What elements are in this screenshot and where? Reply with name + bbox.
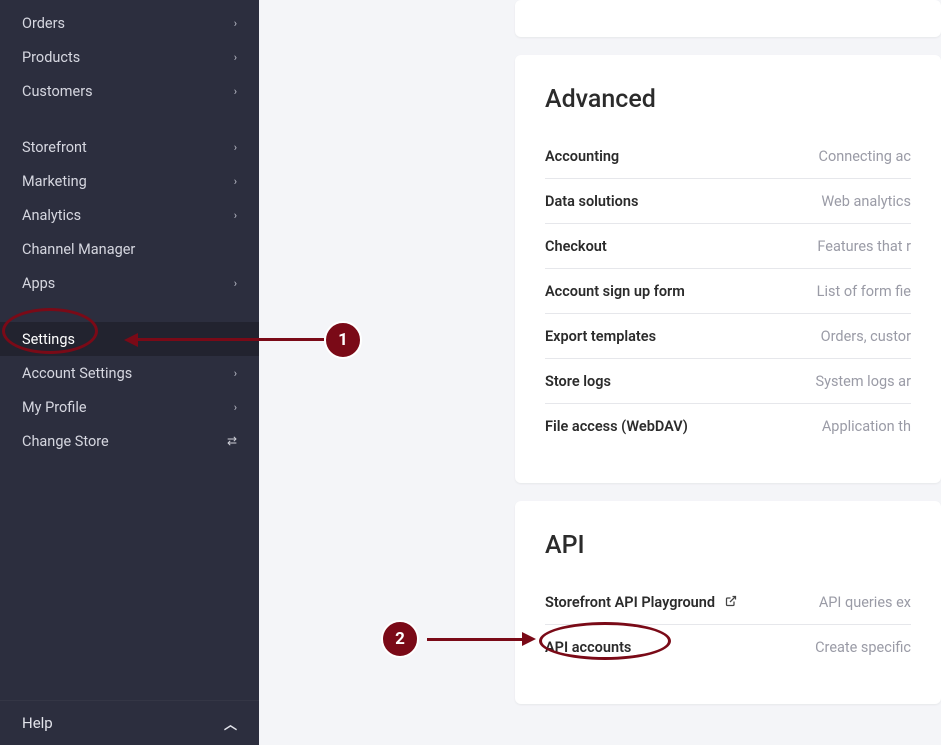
nav-marketing[interactable]: Marketing › — [0, 164, 259, 198]
row-label: Export templates — [545, 328, 656, 345]
nav-label: Channel Manager — [22, 241, 135, 258]
row-store-logs[interactable]: Store logs System logs ar — [545, 359, 911, 404]
advanced-title: Advanced — [545, 85, 911, 114]
row-label: Storefront API Playground — [545, 594, 737, 611]
row-label: Account sign up form — [545, 283, 685, 300]
nav-analytics[interactable]: Analytics › — [0, 198, 259, 232]
row-desc: Features that r — [817, 238, 911, 255]
chevron-right-icon: › — [234, 367, 237, 380]
row-accounting[interactable]: Accounting Connecting ac — [545, 134, 911, 179]
row-label-text: Storefront API Playground — [545, 594, 715, 611]
nav-apps[interactable]: Apps › — [0, 266, 259, 300]
row-storefront-api-playground[interactable]: Storefront API Playground API queries ex — [545, 580, 911, 625]
nav-account-settings[interactable]: Account Settings › — [0, 356, 259, 390]
row-label: API accounts — [545, 639, 631, 656]
nav-label: Account Settings — [22, 365, 132, 382]
chevron-up-icon: ︿ — [224, 714, 237, 733]
row-desc: API queries ex — [819, 594, 911, 611]
row-checkout[interactable]: Checkout Features that r — [545, 224, 911, 269]
chevron-right-icon: › — [234, 175, 237, 188]
api-card: API Storefront API Playground API querie… — [515, 501, 941, 704]
nav-storefront[interactable]: Storefront › — [0, 130, 259, 164]
row-desc: List of form fie — [817, 283, 911, 300]
chevron-right-icon: › — [234, 209, 237, 222]
nav-label: Orders — [22, 15, 65, 32]
chevron-right-icon: › — [234, 85, 237, 98]
card-stub — [515, 0, 941, 37]
row-desc: Create specific — [815, 639, 911, 656]
row-desc: System logs ar — [815, 373, 911, 390]
main-content: Advanced Accounting Connecting ac Data s… — [259, 0, 941, 745]
nav-label: Customers — [22, 83, 93, 100]
nav-customers[interactable]: Customers › — [0, 74, 259, 108]
nav-label: Products — [22, 49, 80, 66]
nav-label: Marketing — [22, 173, 87, 190]
nav-my-profile[interactable]: My Profile › — [0, 390, 259, 424]
nav-label: Storefront — [22, 139, 87, 156]
nav-change-store[interactable]: Change Store ⇄ — [0, 424, 259, 458]
row-desc: Application th — [822, 418, 911, 435]
row-data-solutions[interactable]: Data solutions Web analytics — [545, 179, 911, 224]
chevron-right-icon: › — [234, 277, 237, 290]
nav-orders[interactable]: Orders › — [0, 6, 259, 40]
row-webdav[interactable]: File access (WebDAV) Application th — [545, 404, 911, 449]
chevron-right-icon: › — [234, 401, 237, 414]
swap-icon: ⇄ — [227, 434, 237, 448]
nav-label: My Profile — [22, 399, 87, 416]
help-label: Help — [22, 714, 53, 732]
nav-label: Analytics — [22, 207, 81, 224]
nav-label: Change Store — [22, 433, 109, 450]
row-api-accounts[interactable]: API accounts Create specific — [545, 625, 911, 670]
nav-channel-manager[interactable]: Channel Manager — [0, 232, 259, 266]
help-bar[interactable]: Help ︿ — [0, 700, 259, 745]
row-desc: Orders, custor — [821, 328, 911, 345]
external-link-icon — [725, 595, 737, 611]
row-signup-form[interactable]: Account sign up form List of form fie — [545, 269, 911, 314]
row-desc: Web analytics — [821, 193, 911, 210]
chevron-right-icon: › — [234, 51, 237, 64]
row-label: Checkout — [545, 238, 607, 255]
sidebar: Orders › Products › Customers › Storefro… — [0, 0, 259, 745]
chevron-right-icon: › — [234, 141, 237, 154]
nav-products[interactable]: Products › — [0, 40, 259, 74]
row-export-templates[interactable]: Export templates Orders, custor — [545, 314, 911, 359]
api-title: API — [545, 531, 911, 560]
nav-label: Apps — [22, 275, 55, 292]
nav-settings[interactable]: Settings — [0, 322, 259, 356]
row-label: Accounting — [545, 148, 619, 165]
chevron-right-icon: › — [234, 17, 237, 30]
nav-label: Settings — [22, 331, 75, 348]
row-label: Store logs — [545, 373, 611, 390]
row-label: Data solutions — [545, 193, 638, 210]
row-label: File access (WebDAV) — [545, 418, 688, 435]
advanced-card: Advanced Accounting Connecting ac Data s… — [515, 55, 941, 483]
row-desc: Connecting ac — [819, 148, 912, 165]
